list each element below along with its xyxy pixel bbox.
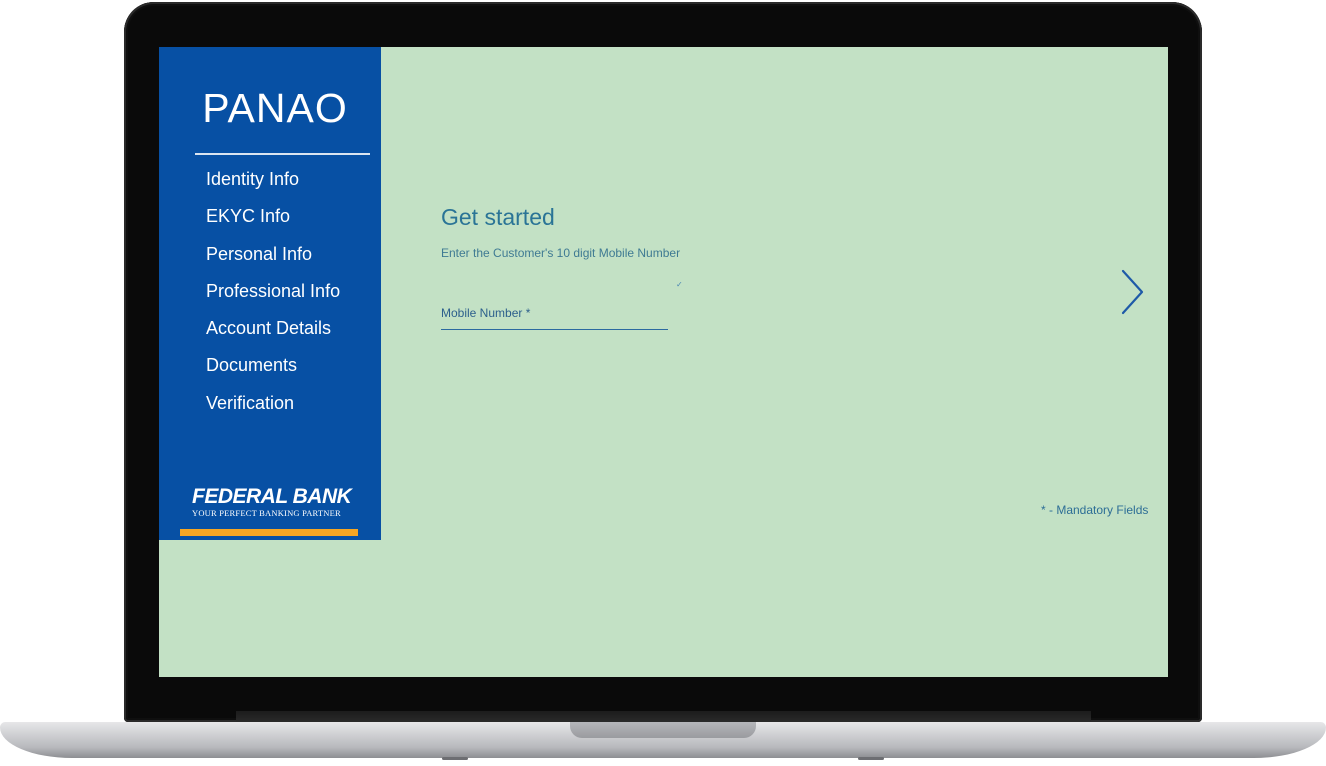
app-screen: PANAO Identity Info EKYC Info Personal I… — [159, 47, 1168, 677]
sidebar-item-personal-info[interactable]: Personal Info — [206, 242, 340, 279]
sidebar-item-verification[interactable]: Verification — [206, 391, 340, 428]
federal-bank-logo: FEDERAL BANK YOUR PERFECT BANKING PARTNE… — [192, 486, 352, 518]
bank-logo-name: FEDERAL BANK — [192, 485, 352, 508]
sidebar-item-ekyc-info[interactable]: EKYC Info — [206, 204, 340, 241]
chevron-right-icon[interactable] — [1117, 267, 1147, 317]
page-title: Get started — [441, 204, 555, 230]
sidebar-item-identity-info[interactable]: Identity Info — [206, 167, 340, 204]
accent-bar — [180, 529, 358, 536]
laptop-foot — [442, 757, 468, 760]
sidebar-item-account-details[interactable]: Account Details — [206, 316, 340, 353]
bank-logo-tagline: YOUR PERFECT BANKING PARTNER — [192, 508, 341, 518]
sidebar-item-documents[interactable]: Documents — [206, 353, 340, 390]
app-title: PANAO — [202, 85, 348, 131]
instruction-text: Enter the Customer's 10 digit Mobile Num… — [441, 246, 681, 260]
sidebar-divider — [195, 153, 370, 155]
mobile-number-input[interactable] — [441, 299, 668, 327]
sidebar-nav: Identity Info EKYC Info Personal Info Pr… — [206, 167, 340, 428]
tick-mark-icon: ✓ — [676, 280, 683, 289]
mandatory-fields-note: * - Mandatory Fields — [1041, 503, 1149, 517]
laptop-mockup: PANAO Identity Info EKYC Info Personal I… — [0, 0, 1326, 766]
laptop-notch — [570, 722, 756, 738]
mobile-number-field — [441, 299, 668, 330]
sidebar: PANAO Identity Info EKYC Info Personal I… — [159, 47, 381, 540]
sidebar-item-professional-info[interactable]: Professional Info — [206, 279, 340, 316]
laptop-foot — [858, 757, 884, 760]
